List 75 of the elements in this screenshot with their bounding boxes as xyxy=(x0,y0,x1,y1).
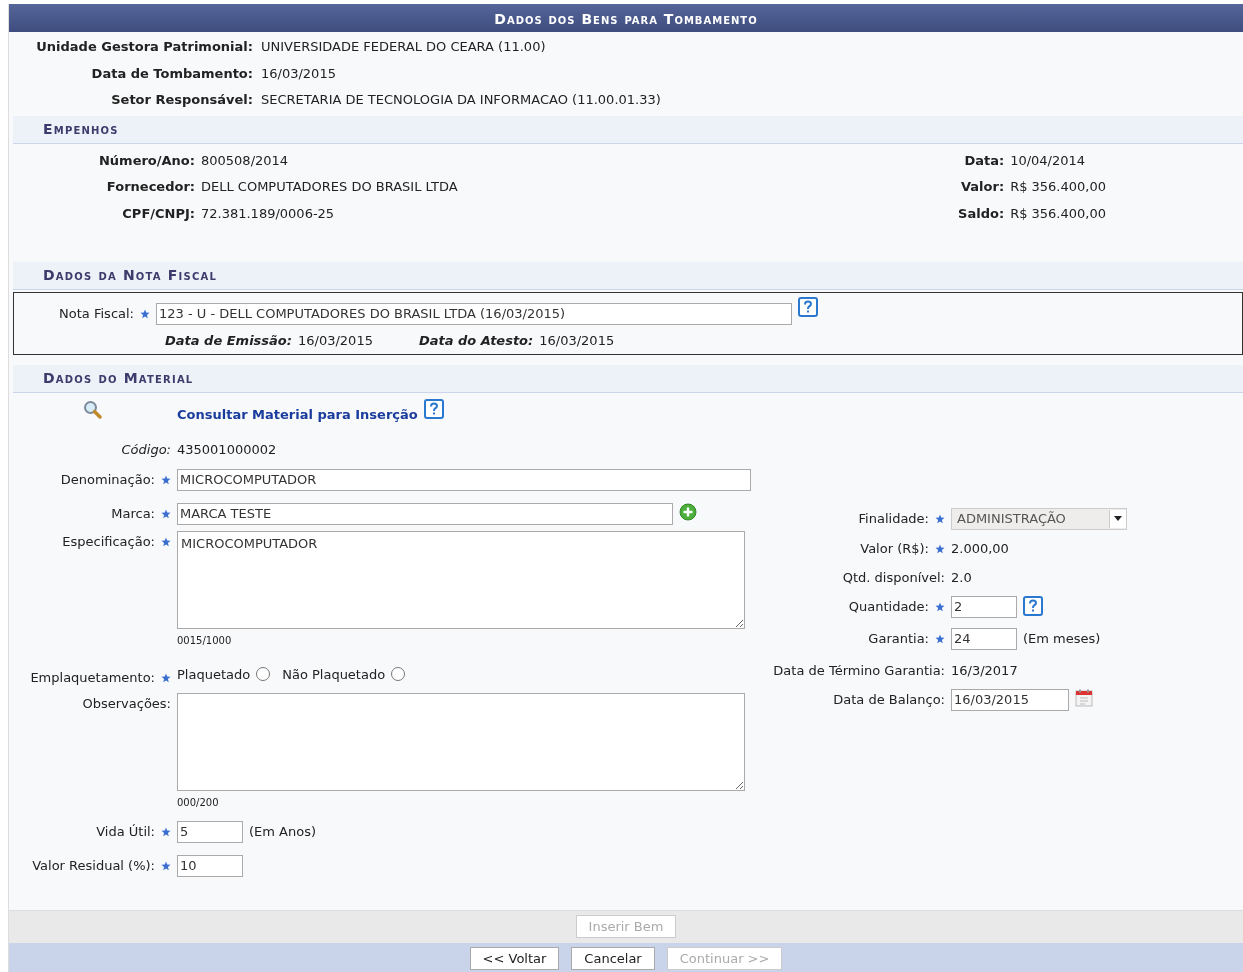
text-area[interactable]: MICROCOMPUTADOR xyxy=(177,530,745,629)
radio-button[interactable] xyxy=(391,667,406,681)
field-value: 2.0 xyxy=(951,568,972,587)
character-counter: 0015/1000 xyxy=(177,634,233,647)
field-label: Data de Término Garantia: xyxy=(773,663,945,678)
panel-title: Dados dos Bens para Tombamento xyxy=(9,4,1243,32)
field-value: 16/03/2015 xyxy=(261,64,337,83)
field-label: Data do Atesto: xyxy=(418,332,534,348)
field-label: Fornecedor: xyxy=(105,178,195,196)
field-value: UNIVERSIDADE FEDERAL DO CEARA (11.00) xyxy=(261,38,547,56)
unit-label: (Em meses) xyxy=(1023,629,1101,648)
field-label: CPF/CNPJ: xyxy=(121,204,195,223)
nav-button[interactable]: << Voltar xyxy=(469,947,560,970)
field-label: Valor: xyxy=(960,178,1005,196)
field-label: Finalidade: xyxy=(858,511,929,526)
unit-label: (Em Anos) xyxy=(249,822,316,841)
caret-icon xyxy=(1114,516,1122,521)
field-label: Marca: xyxy=(111,506,155,521)
input-field[interactable]: MICROCOMPUTADOR xyxy=(177,468,751,491)
radio-label: Plaquetado xyxy=(177,666,251,682)
field-value: 435001000002 xyxy=(177,440,277,459)
field-label: Data de Tombamento: xyxy=(90,64,253,83)
help-icon[interactable] xyxy=(798,296,818,317)
field-label: Saldo: xyxy=(958,204,1005,223)
field-label: Garantia: xyxy=(868,631,929,646)
section-heading: Dados do Material xyxy=(13,364,1243,393)
field-label: Setor Responsável: xyxy=(110,91,253,109)
section-heading: Dados da Nota Fiscal xyxy=(13,261,1243,290)
field-value: DELL COMPUTADORES DO BRASIL LTDA xyxy=(201,178,459,196)
field-label: Especificação: xyxy=(62,534,155,549)
field-label: Código: xyxy=(121,442,171,457)
radio-button[interactable] xyxy=(256,667,271,681)
field-label: Data de Emissão: xyxy=(165,332,292,348)
field-label: Quantidade: xyxy=(848,599,929,614)
field-value: 72.381.189/0006-25 xyxy=(201,204,336,223)
input-field[interactable]: 5 xyxy=(177,820,243,843)
field-label: Número/Ano: xyxy=(97,151,195,170)
nota-fiscal-field[interactable]: 123 - U - DELL COMPUTADORES DO BRASIL LTDA (16/03/2015) xyxy=(156,302,792,325)
section-heading: Empenhos xyxy=(13,115,1243,144)
field-label: Observações: xyxy=(82,696,171,711)
nav-button[interactable]: Cancelar xyxy=(571,947,655,970)
field-value: 16/03/2015 xyxy=(539,332,615,348)
input-field[interactable]: 2 xyxy=(951,595,1017,618)
field-label: Data: xyxy=(963,151,1005,170)
search-icon[interactable] xyxy=(83,399,103,420)
field-value: 800508/2014 xyxy=(201,151,290,170)
field-value: R$ 356.400,00 xyxy=(1010,204,1106,223)
field-value: 2.000,00 xyxy=(951,539,1009,558)
help-icon[interactable] xyxy=(1023,595,1043,616)
field-label: Nota Fiscal: xyxy=(59,306,134,321)
help-icon[interactable] xyxy=(423,398,444,419)
field-label: Unidade Gestora Patrimonial: xyxy=(35,38,253,56)
field-value: 16/03/2015 xyxy=(298,332,373,348)
field-label: Vida Útil: xyxy=(96,824,155,839)
field-label: Emplaquetamento: xyxy=(30,670,155,685)
field-label: Valor Residual (%): xyxy=(32,858,155,873)
finalidade-dropdown[interactable]: ADMINISTRAÇÃO xyxy=(951,507,1127,530)
field-label: Data de Balanço: xyxy=(833,692,945,707)
input-field[interactable]: 10 xyxy=(177,854,243,877)
character-counter: 000/200 xyxy=(177,796,220,809)
field-value: SECRETARIA DE TECNOLOGIA DA INFORMACAO (11.00.01.33) xyxy=(261,91,662,109)
field-value: R$ 356.400,00 xyxy=(1010,178,1106,196)
date-field[interactable]: 16/03/2015 xyxy=(951,688,1069,711)
radio-label: Não Plaquetado xyxy=(282,666,386,682)
add-icon[interactable] xyxy=(679,502,697,521)
input-field[interactable]: MARCA TESTE xyxy=(177,502,673,525)
field-label: Valor (R$): xyxy=(860,541,929,556)
input-field[interactable]: 24 xyxy=(951,627,1017,650)
field-value: 16/3/2017 xyxy=(951,661,1018,680)
text-area[interactable] xyxy=(177,692,745,791)
search-material-link[interactable]: Consultar Material para Inserção xyxy=(177,406,418,422)
calendar-icon[interactable] xyxy=(1075,688,1093,707)
field-label: Denominação: xyxy=(60,472,155,487)
field-value: 10/04/2014 xyxy=(1010,151,1087,170)
field-label: Qtd. disponível: xyxy=(842,570,945,585)
